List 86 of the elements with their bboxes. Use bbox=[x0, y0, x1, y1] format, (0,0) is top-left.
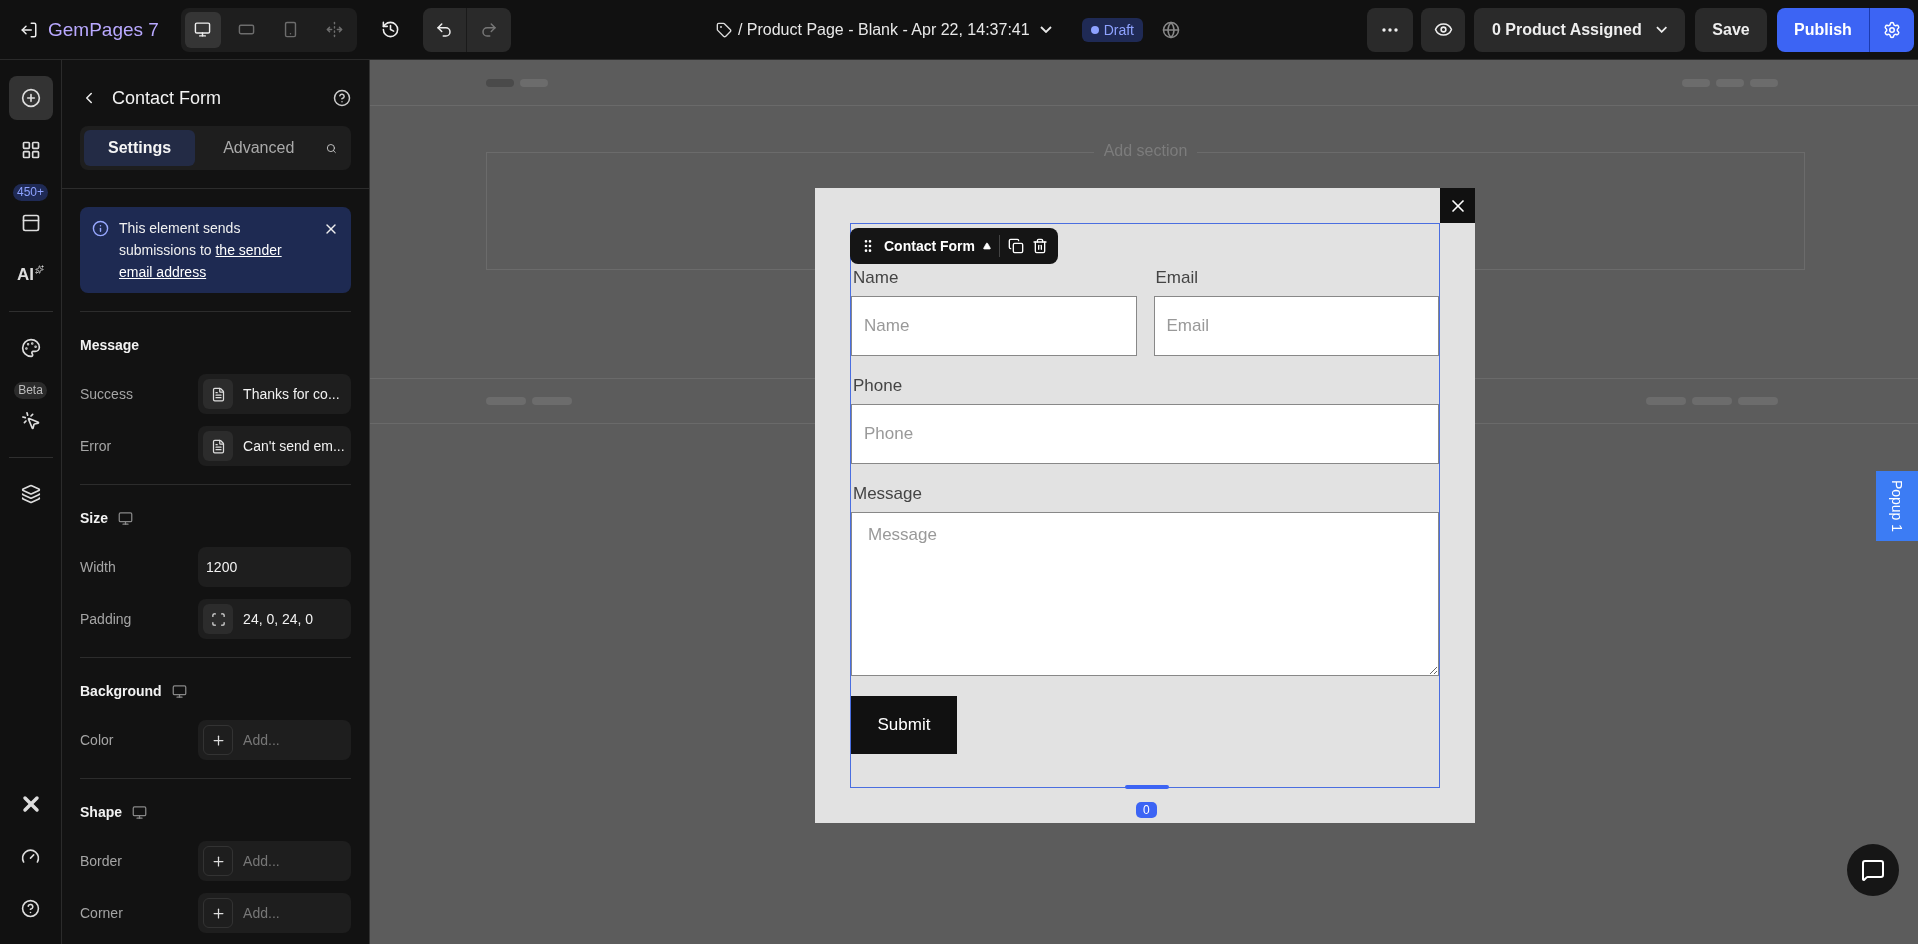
exit-link[interactable]: GemPages 7 bbox=[20, 18, 159, 41]
element-name[interactable]: Contact Form bbox=[884, 238, 975, 254]
save-button[interactable]: Save bbox=[1695, 7, 1767, 52]
settings-icon bbox=[1883, 20, 1901, 39]
chevron-icon bbox=[1039, 26, 1052, 33]
form-label: Message bbox=[852, 484, 923, 505]
message-field[interactable]: Message bbox=[851, 512, 1439, 676]
add-field[interactable]: Add... bbox=[198, 720, 351, 760]
text-icon bbox=[210, 438, 226, 454]
sparkle-icon bbox=[35, 264, 44, 274]
preview-button[interactable] bbox=[1421, 7, 1465, 52]
tab[interactable]: Advanced bbox=[199, 130, 319, 166]
field-label: Padding bbox=[80, 611, 133, 627]
spacing-badge: 0 bbox=[1136, 802, 1157, 818]
form-label: Email bbox=[1154, 268, 1199, 289]
eye-icon bbox=[1433, 20, 1453, 39]
add-field[interactable]: Add... bbox=[198, 841, 351, 881]
fit-width-icon bbox=[326, 21, 344, 38]
close-button[interactable] bbox=[1440, 188, 1475, 223]
input-field[interactable]: Phone bbox=[851, 404, 1439, 464]
desktop-icon bbox=[194, 21, 212, 38]
section-title: Message bbox=[80, 337, 140, 353]
device-button[interactable] bbox=[184, 11, 221, 48]
section-title: Background bbox=[80, 683, 162, 699]
layout-icon bbox=[20, 213, 41, 233]
globe-icon bbox=[1162, 20, 1180, 39]
page-title[interactable]: / Product Page - Blank - Apr 22, 14:37:41 bbox=[731, 19, 1058, 40]
sender-email-link[interactable]: the sender bbox=[215, 242, 282, 258]
tag-icon bbox=[715, 21, 732, 38]
status-badge: Draft bbox=[1081, 17, 1143, 42]
popup-tab[interactable]: Popup 1 bbox=[1876, 471, 1918, 541]
sender-email-link[interactable]: email address bbox=[119, 264, 207, 280]
history-icon bbox=[381, 20, 401, 39]
undo-icon bbox=[435, 20, 454, 39]
help-icon bbox=[21, 898, 40, 918]
chevron-icon bbox=[1655, 26, 1667, 33]
field-label: Corner bbox=[80, 905, 124, 921]
field-label: Width bbox=[80, 559, 117, 575]
more-icon bbox=[1382, 27, 1398, 32]
form-label: Phone bbox=[852, 376, 904, 397]
layers-icon bbox=[20, 484, 41, 504]
chat-icon bbox=[1861, 858, 1885, 882]
form-label: Name bbox=[852, 268, 900, 289]
gauge-icon bbox=[21, 846, 40, 866]
padding-icon bbox=[210, 611, 226, 627]
exit-icon bbox=[20, 20, 38, 39]
section-title: Size bbox=[80, 510, 108, 526]
field-label: Success bbox=[80, 386, 134, 402]
input-field[interactable]: 1200 bbox=[198, 547, 351, 587]
duplicate-icon[interactable] bbox=[1008, 238, 1024, 254]
input-field[interactable]: Name bbox=[851, 296, 1137, 356]
chat-button[interactable] bbox=[1847, 844, 1899, 896]
caret-icon[interactable] bbox=[983, 242, 991, 250]
submit-button[interactable]: Submit bbox=[851, 696, 957, 754]
padding-field[interactable]: 24, 0, 24, 0 bbox=[198, 599, 351, 639]
section-title: Shape bbox=[80, 804, 122, 820]
plus-icon bbox=[210, 905, 226, 921]
add-icon bbox=[20, 88, 41, 108]
palette-icon bbox=[20, 338, 41, 358]
badge: 450+ bbox=[13, 184, 48, 201]
pointer-icon bbox=[20, 411, 41, 431]
field-label: Color bbox=[80, 732, 115, 748]
input-field[interactable]: Email bbox=[1153, 296, 1439, 356]
publish-settings-button[interactable] bbox=[1869, 7, 1914, 52]
text-field[interactable]: Thanks for co... bbox=[198, 374, 351, 414]
text-field[interactable]: Can't send em... bbox=[198, 426, 351, 466]
plus-icon bbox=[210, 732, 226, 748]
add-field[interactable]: Add... bbox=[198, 893, 351, 933]
grid-icon bbox=[20, 140, 41, 160]
redo-icon bbox=[479, 20, 498, 39]
field-label: Border bbox=[80, 853, 124, 869]
help-icon[interactable] bbox=[333, 89, 351, 107]
notice-text: This element sends submissions to the sender email address bbox=[119, 219, 283, 282]
plus-icon bbox=[210, 853, 226, 869]
field-label: Error bbox=[80, 438, 113, 454]
badge: Beta bbox=[14, 382, 47, 399]
panel-title: Contact Form bbox=[112, 87, 223, 109]
text-icon bbox=[210, 386, 226, 402]
add-button[interactable] bbox=[8, 76, 53, 120]
info-icon bbox=[92, 220, 109, 237]
resize-handle[interactable] bbox=[1125, 785, 1169, 789]
product-assigned-dropdown[interactable]: 0 Product Assigned bbox=[1474, 7, 1685, 52]
publish-button[interactable]: Publish bbox=[1777, 7, 1869, 52]
tab[interactable]: Settings bbox=[84, 130, 196, 166]
ai-button[interactable]: AI bbox=[8, 253, 53, 297]
delete-icon[interactable] bbox=[1032, 238, 1048, 254]
